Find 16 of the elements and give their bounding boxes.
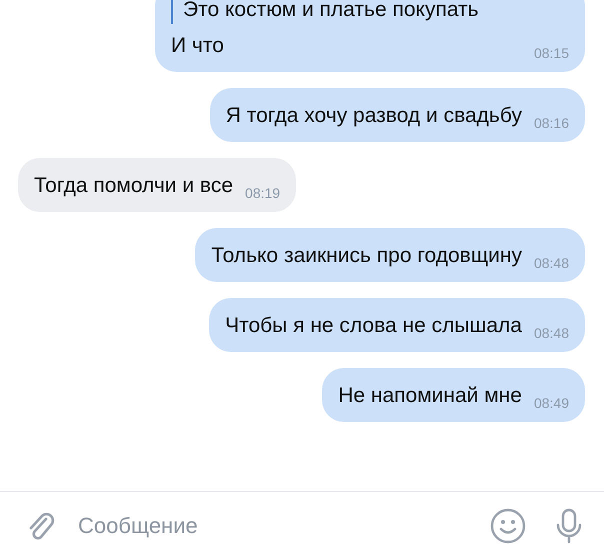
smiley-icon[interactable] — [490, 508, 526, 544]
message-input[interactable]: Сообщение — [70, 509, 476, 543]
message-text: И что — [171, 33, 224, 59]
message-text: Я тогда хочу развод и свадьбу — [226, 103, 522, 129]
message-text: Не напоминай мне — [338, 383, 522, 409]
message-time: 08:16 — [534, 115, 569, 131]
message-text: Только заикнись про годовщину — [211, 243, 522, 269]
microphone-icon[interactable] — [554, 508, 584, 544]
message-time: 08:49 — [534, 395, 569, 411]
reply-quote: Это костюм и платье покупать — [171, 0, 569, 24]
message-time: 08:48 — [534, 325, 569, 341]
message-time: 08:19 — [245, 185, 280, 201]
message-time: 08:48 — [534, 255, 569, 271]
message-text: Тогда помолчи и все — [34, 173, 234, 199]
message-text: Чтобы я не слова не слышала — [225, 313, 522, 339]
message-time: 08:15 — [534, 45, 569, 61]
